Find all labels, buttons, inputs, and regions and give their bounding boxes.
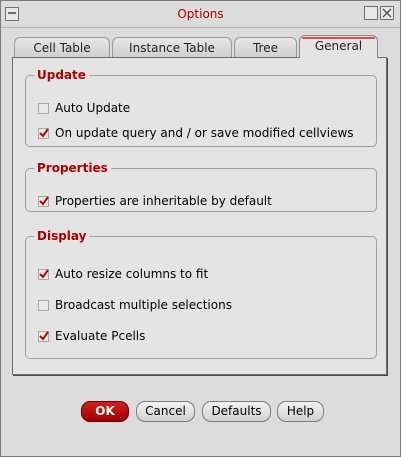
broadcast-checkbox[interactable] [38,300,49,311]
query-save-checkbox[interactable] [38,128,49,139]
tab-general[interactable]: General [299,35,378,58]
inheritable-checkbox[interactable] [38,196,49,207]
general-panel: Update Auto Update On update query and /… [12,57,387,375]
inheritable-label: Properties are inheritable by default [55,194,272,208]
display-group: Display Auto resize columns to fit Broad… [25,228,377,359]
auto-update-checkbox[interactable] [38,103,49,114]
close-icon [382,8,392,18]
options-dialog: Options Cell Table Instance Table Tree G… [0,0,401,457]
auto-resize-label: Auto resize columns to fit [55,267,209,281]
query-save-label: On update query and / or save modified c… [55,126,354,140]
checkmark-icon [39,269,49,279]
help-button[interactable]: Help [277,401,324,422]
checkmark-icon [39,331,49,341]
button-row: OK Cancel Defaults Help [1,401,400,423]
properties-group: Properties Properties are inheritable by… [25,160,377,212]
tab-cell-table[interactable]: Cell Table [14,37,110,58]
auto-resize-checkbox[interactable] [38,269,49,280]
maximize-button[interactable] [364,6,378,20]
checkmark-icon [39,128,49,138]
display-group-title: Display [34,228,90,244]
close-button[interactable] [380,6,394,20]
cancel-button[interactable]: Cancel [136,401,195,422]
ok-button[interactable]: OK [81,401,129,422]
update-group-title: Update [34,67,89,83]
auto-update-label: Auto Update [55,101,131,115]
tab-instance-table[interactable]: Instance Table [112,37,232,58]
checkmark-icon [39,196,49,206]
update-group: Update Auto Update On update query and /… [25,67,377,147]
title-bar[interactable]: Options [1,1,400,28]
tab-bar: Cell Table Instance Table Tree General [1,35,400,58]
evaluate-pcells-label: Evaluate Pcells [55,329,146,343]
tab-tree[interactable]: Tree [234,37,297,58]
window-title: Options [177,7,224,21]
defaults-button[interactable]: Defaults [202,401,271,422]
broadcast-label: Broadcast multiple selections [55,298,232,312]
properties-group-title: Properties [34,160,111,176]
evaluate-pcells-checkbox[interactable] [38,331,49,342]
